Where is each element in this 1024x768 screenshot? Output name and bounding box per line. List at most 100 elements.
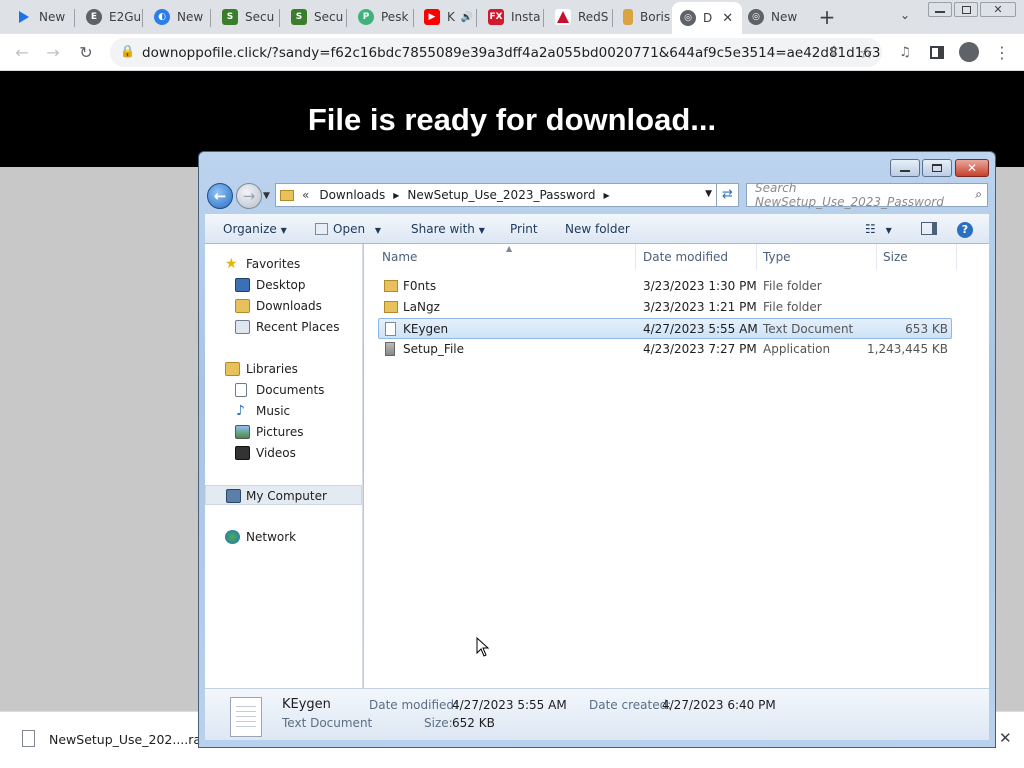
file-list: Name ▲ Date modified Type Size F0nts 3/23… <box>364 244 989 688</box>
pictures-icon <box>235 425 250 439</box>
nav-libraries[interactable]: Libraries <box>205 359 362 379</box>
tab-8[interactable]: FX Insta <box>480 4 542 30</box>
details-date-modified-label: Date modified: <box>369 698 459 712</box>
refresh-icon[interactable]: ⇄ <box>716 184 738 206</box>
tab-6[interactable]: P Pesk <box>350 4 412 30</box>
explorer-address-bar[interactable]: « Downloads ▶ NewSetup_Use_2023_Password… <box>275 183 739 207</box>
tab-active[interactable]: ◎ D ✕ <box>672 2 742 34</box>
details-size: 652 KB <box>452 716 495 730</box>
tab-search-chevron-icon[interactable]: ⌄ <box>895 8 915 26</box>
nav-videos[interactable]: Videos <box>205 443 362 463</box>
star-icon: ★ <box>225 256 238 272</box>
breadcrumb-downloads[interactable]: Downloads <box>319 188 385 202</box>
shield-green-icon: S <box>291 9 307 25</box>
nav-music[interactable]: ♪ Music <box>205 401 362 421</box>
close-tab-icon[interactable]: ✕ <box>722 11 733 26</box>
explorer-forward-button[interactable]: → <box>236 183 262 209</box>
menu-kebab-icon[interactable]: ⋮ <box>991 41 1013 63</box>
search-icon[interactable]: ⌕ <box>975 187 982 202</box>
column-header-date-modified[interactable]: Date modified <box>637 244 757 270</box>
bookmark-star-icon[interactable]: ☆ <box>855 41 877 63</box>
music-note-icon: ♪ <box>236 403 245 419</box>
desktop-icon <box>235 278 250 292</box>
search-placeholder: Search NewSetup_Use_2023_Password <box>755 181 944 209</box>
globe-icon: ◎ <box>680 10 696 26</box>
details-date-created-label: Date created: <box>589 698 672 712</box>
share-icon[interactable]: ⇪ <box>823 41 845 63</box>
tab-4[interactable]: S Secu <box>214 4 278 30</box>
new-tab-button[interactable]: + <box>816 6 838 28</box>
preview-pane-icon[interactable] <box>921 214 937 244</box>
nav-network[interactable]: Network <box>205 527 362 547</box>
details-size-label: Size: <box>424 716 453 730</box>
nav-pictures[interactable]: Pictures <box>205 422 362 442</box>
new-folder-button[interactable]: New folder <box>565 214 630 244</box>
download-item-filename[interactable]: NewSetup_Use_202....rar <box>49 732 206 747</box>
shield-green-icon: S <box>222 9 238 25</box>
breadcrumb-chevron-icon[interactable]: ▶ <box>604 191 610 200</box>
media-control-icon[interactable]: ♫ <box>894 41 916 63</box>
nav-downloads[interactable]: Downloads <box>205 296 362 316</box>
open-button[interactable]: Open ▼ <box>315 214 381 244</box>
explorer-back-button[interactable]: ← <box>207 183 233 209</box>
chrome-icon: ◎ <box>748 9 764 25</box>
pesk-icon: P <box>358 9 374 25</box>
explorer-search-input[interactable]: Search NewSetup_Use_2023_Password ⌕ <box>746 181 988 209</box>
nav-favorites[interactable]: ★ Favorites <box>205 254 362 274</box>
nav-desktop[interactable]: Desktop <box>205 275 362 295</box>
libraries-icon <box>225 362 240 376</box>
breadcrumb-chevron-icon[interactable]: ▶ <box>393 191 399 200</box>
tab-7[interactable]: ▶ K 🔊 <box>416 4 474 30</box>
nav-recent-places[interactable]: Recent Places <box>205 317 362 337</box>
open-with-icon <box>315 223 328 235</box>
back-arrow-icon[interactable]: ← <box>11 41 33 63</box>
text-document-icon <box>385 322 396 336</box>
breadcrumb-overflow[interactable]: « <box>302 188 309 202</box>
restore-button[interactable] <box>954 2 978 17</box>
close-window-button[interactable]: ✕ <box>980 2 1016 17</box>
change-view-icon[interactable]: ☷ ▼ <box>865 214 892 244</box>
tab-1[interactable]: New <box>8 4 70 30</box>
computer-icon <box>226 489 241 503</box>
share-with-button[interactable]: Share with ▼ <box>411 214 485 244</box>
nav-documents[interactable]: Documents <box>205 380 362 400</box>
column-header-size[interactable]: Size <box>877 244 957 270</box>
print-button[interactable]: Print <box>510 214 538 244</box>
column-header-name[interactable]: Name ▲ <box>376 244 636 270</box>
explorer-close-button[interactable]: ✕ <box>955 159 989 177</box>
file-row[interactable]: Setup_File 4/23/2023 7:27 PM Application… <box>378 339 952 360</box>
address-dropdown-icon[interactable]: ▼ <box>705 189 712 199</box>
forward-arrow-icon[interactable]: → <box>42 41 64 63</box>
tab-12[interactable]: ◎ New <box>740 4 802 30</box>
file-row[interactable]: LaNgz 3/23/2023 1:21 PM File folder <box>378 297 952 318</box>
lock-icon[interactable]: 🔒 <box>120 44 135 58</box>
audio-playing-icon[interactable]: 🔊 <box>461 12 473 23</box>
tab-2[interactable]: E E2Gu <box>78 4 140 30</box>
minimize-button[interactable] <box>928 2 952 17</box>
explorer-maximize-button[interactable] <box>922 159 952 177</box>
tab-10[interactable]: Boris <box>615 4 677 30</box>
tab-9[interactable]: RedS <box>547 4 611 30</box>
details-date-modified: 4/27/2023 5:55 AM <box>452 698 567 712</box>
nav-my-computer[interactable]: My Computer <box>205 485 362 505</box>
profile-avatar-icon[interactable] <box>958 41 980 63</box>
side-panel-icon[interactable] <box>926 41 948 63</box>
breadcrumb-current-folder[interactable]: NewSetup_Use_2023_Password <box>407 188 595 202</box>
tab-5[interactable]: S Secu <box>283 4 345 30</box>
column-header-type[interactable]: Type <box>757 244 877 270</box>
application-icon <box>385 342 395 356</box>
file-row-selected[interactable]: KEygen 4/27/2023 5:55 AM Text Document 6… <box>378 318 952 339</box>
reds-icon <box>555 9 571 25</box>
organize-button[interactable]: Organize ▼ <box>223 214 287 244</box>
tab-3[interactable]: ◐ New <box>146 4 208 30</box>
explorer-minimize-button[interactable] <box>890 159 920 177</box>
file-row[interactable]: F0nts 3/23/2023 1:30 PM File folder <box>378 276 952 297</box>
tab-label: Pesk <box>381 10 409 24</box>
recent-pages-chevron-icon[interactable]: ▼ <box>263 191 270 201</box>
close-download-bar-icon[interactable]: ✕ <box>999 729 1012 747</box>
details-date-created: 4/27/2023 6:40 PM <box>662 698 776 712</box>
help-icon[interactable]: ? <box>957 214 973 244</box>
reload-icon[interactable]: ↻ <box>75 41 97 63</box>
explorer-command-bar: Organize ▼ Open ▼ Share with ▼ Print New… <box>205 214 989 244</box>
address-bar[interactable]: 🔒 downoppofile.click/?sandy=f62c16bdc785… <box>110 38 882 67</box>
